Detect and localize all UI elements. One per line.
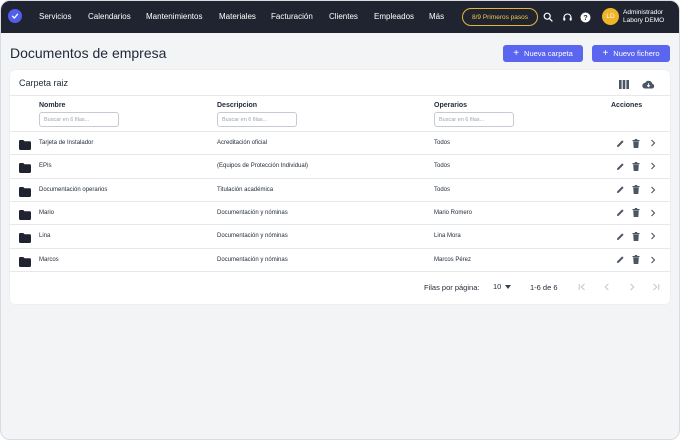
nav-item-mantenimientos[interactable]: Mantenimientos	[146, 11, 202, 23]
columns-view-icon[interactable]	[617, 77, 631, 91]
row-operators: Lina Mora	[434, 233, 461, 240]
edit-icon[interactable]	[615, 231, 625, 241]
delete-icon[interactable]	[631, 138, 641, 148]
documents-table-card: Carpeta raiz Nombre Descripcion Operario…	[10, 70, 670, 304]
user-avatar[interactable]: LD	[602, 8, 619, 25]
row-description: Documentación y nóminas	[217, 209, 288, 216]
help-icon[interactable]: ?	[578, 10, 592, 24]
row-operators: Todos	[434, 163, 451, 170]
row-name[interactable]: Marcos	[39, 257, 59, 263]
chevron-right-icon[interactable]	[648, 161, 658, 171]
table-row[interactable]: Marcos Documentación y nóminas Marcos Pére…	[10, 247, 670, 271]
new-folder-label: Nueva carpeta	[524, 49, 573, 58]
row-description: (Equipos de Protección Individual)	[217, 163, 309, 170]
filter-description-input[interactable]	[217, 112, 297, 127]
pagination-range: 1-6 de 6	[530, 283, 558, 292]
next-page-icon[interactable]	[626, 281, 638, 293]
row-name[interactable]: Lina	[39, 233, 50, 239]
nav-item-mas[interactable]: Más	[429, 11, 444, 23]
column-header-description[interactable]: Descripcion	[217, 102, 257, 109]
row-name[interactable]: EPIs	[39, 163, 52, 169]
folder-icon	[19, 207, 31, 220]
edit-icon[interactable]	[615, 185, 625, 195]
chevron-right-icon[interactable]	[648, 208, 658, 218]
delete-icon[interactable]	[631, 255, 641, 265]
table-row[interactable]: Tarjeta de Instalador Acreditación oficia…	[10, 131, 670, 154]
delete-icon[interactable]	[631, 185, 641, 195]
rows-per-page-select[interactable]: 10	[493, 282, 512, 291]
edit-icon[interactable]	[615, 208, 625, 218]
nav-item-empleados[interactable]: Empleados	[374, 11, 414, 23]
app-window: Servicios Calendarios Mantenimientos Mat…	[0, 0, 680, 440]
row-name[interactable]: Documentación operarios	[39, 187, 107, 193]
table-row[interactable]: Mario Documentación y nóminas Mario Romero	[10, 200, 670, 224]
row-description: Acreditación oficial	[217, 140, 268, 146]
new-folder-button[interactable]: + Nueva carpeta	[503, 45, 583, 62]
user-initials: LD	[606, 13, 615, 20]
nav-item-calendarios[interactable]: Calendarios	[88, 11, 131, 23]
chevron-right-icon[interactable]	[648, 231, 658, 241]
user-company: Labory DEMO	[623, 17, 665, 24]
nav-item-servicios[interactable]: Servicios	[39, 11, 71, 23]
plus-icon: +	[602, 47, 609, 59]
new-file-button[interactable]: + Nuevo fichero	[592, 45, 670, 62]
table-row[interactable]: Lina Documentación y nóminas Lina Mora	[10, 224, 670, 247]
folder-icon	[19, 137, 31, 150]
row-operators: Mario Romero	[434, 209, 473, 216]
filter-name-input[interactable]	[39, 112, 119, 127]
divider	[10, 95, 670, 96]
rows-per-page-label: Filas por página:	[424, 283, 480, 292]
delete-icon[interactable]	[631, 161, 641, 171]
row-description: Titulación académica	[217, 186, 274, 193]
folder-icon	[19, 184, 31, 197]
cloud-download-icon[interactable]	[641, 77, 655, 91]
app-logo-icon[interactable]	[8, 9, 22, 23]
folder-title: Carpeta raiz	[19, 78, 69, 88]
folder-icon	[19, 160, 31, 174]
last-page-icon[interactable]	[650, 281, 662, 293]
edit-icon[interactable]	[615, 161, 625, 171]
rows-per-page-value: 10	[493, 282, 502, 291]
column-header-operators[interactable]: Operarios	[434, 102, 467, 109]
folder-icon	[19, 230, 31, 244]
user-role: Administrador	[623, 9, 664, 16]
first-steps-label: 8/9 Primeros pasos	[472, 13, 528, 21]
user-name-block[interactable]: Administrador Labory DEMO	[623, 9, 664, 25]
row-name[interactable]: Mario	[39, 210, 54, 216]
chevron-right-icon[interactable]	[648, 255, 658, 265]
row-description: Documentación y nóminas	[217, 256, 288, 263]
new-file-label: Nuevo fichero	[613, 49, 660, 58]
row-operators: Marcos Pérez	[434, 256, 472, 263]
column-header-name[interactable]: Nombre	[39, 102, 65, 109]
nav-item-materiales[interactable]: Materiales	[219, 11, 256, 23]
delete-icon[interactable]	[631, 231, 641, 241]
previous-page-icon[interactable]	[601, 281, 613, 293]
search-icon[interactable]	[541, 10, 555, 24]
chevron-down-icon	[505, 284, 512, 289]
support-headset-icon[interactable]	[560, 10, 574, 24]
folder-icon	[19, 254, 31, 267]
table-row[interactable]: Documentación operarios Titulación académ…	[10, 177, 670, 201]
nav-item-facturacion[interactable]: Facturación	[271, 11, 313, 23]
svg-text:?: ?	[583, 15, 587, 22]
edit-icon[interactable]	[615, 138, 625, 148]
filter-operators-input[interactable]	[434, 112, 514, 127]
column-header-actions: Acciones	[611, 102, 643, 109]
first-steps-badge[interactable]: 8/9 Primeros pasos	[462, 8, 538, 26]
row-operators: Todos	[434, 186, 451, 193]
edit-icon[interactable]	[615, 255, 625, 265]
plus-icon: +	[513, 47, 520, 59]
page-title: Documentos de empresa	[10, 45, 167, 61]
table-row[interactable]: EPIs (Equipos de Protección Individual) To…	[10, 154, 670, 177]
first-page-icon[interactable]	[576, 281, 588, 293]
top-navigation-bar: Servicios Calendarios Mantenimientos Mat…	[1, 1, 679, 33]
chevron-right-icon[interactable]	[648, 185, 658, 195]
divider	[10, 271, 670, 272]
nav-item-clientes[interactable]: Clientes	[329, 11, 358, 23]
delete-icon[interactable]	[631, 208, 641, 218]
chevron-right-icon[interactable]	[648, 138, 658, 148]
row-description: Documentación y nóminas	[217, 233, 288, 240]
row-operators: Todos	[434, 140, 451, 146]
row-name[interactable]: Tarjeta de Instalador	[39, 140, 93, 146]
